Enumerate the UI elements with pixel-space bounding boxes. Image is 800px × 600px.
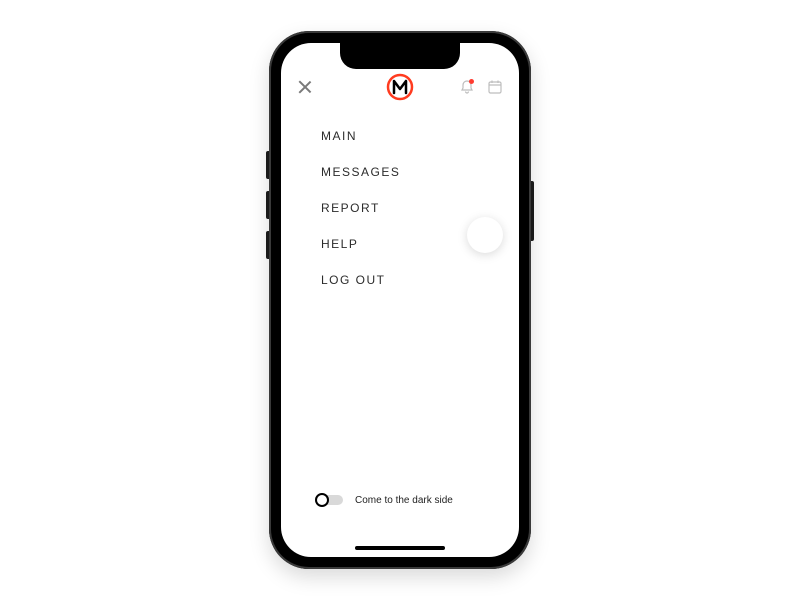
notifications-icon[interactable] [459,79,475,95]
toggle-knob [315,493,329,507]
dark-mode-row: Come to the dark side [315,493,453,507]
menu-item-logout[interactable]: LOG OUT [321,273,400,287]
dark-mode-label: Come to the dark side [355,495,453,506]
home-indicator[interactable] [355,546,445,550]
menu-item-help[interactable]: HELP [321,237,400,251]
menu-item-main[interactable]: MAIN [321,129,400,143]
floating-action-button[interactable] [467,217,503,253]
menu-item-messages[interactable]: MESSAGES [321,165,400,179]
phone-frame: MAIN MESSAGES REPORT HELP LOG OUT Come t… [269,31,531,569]
calendar-icon[interactable] [487,79,503,95]
notch [340,43,460,69]
top-bar [281,69,519,105]
dark-mode-toggle[interactable] [315,493,345,507]
app-logo[interactable] [386,73,414,101]
notification-dot-icon [469,79,474,84]
close-icon[interactable] [297,79,313,95]
menu-item-report[interactable]: REPORT [321,201,400,215]
main-menu: MAIN MESSAGES REPORT HELP LOG OUT [321,129,400,287]
screen: MAIN MESSAGES REPORT HELP LOG OUT Come t… [281,43,519,557]
